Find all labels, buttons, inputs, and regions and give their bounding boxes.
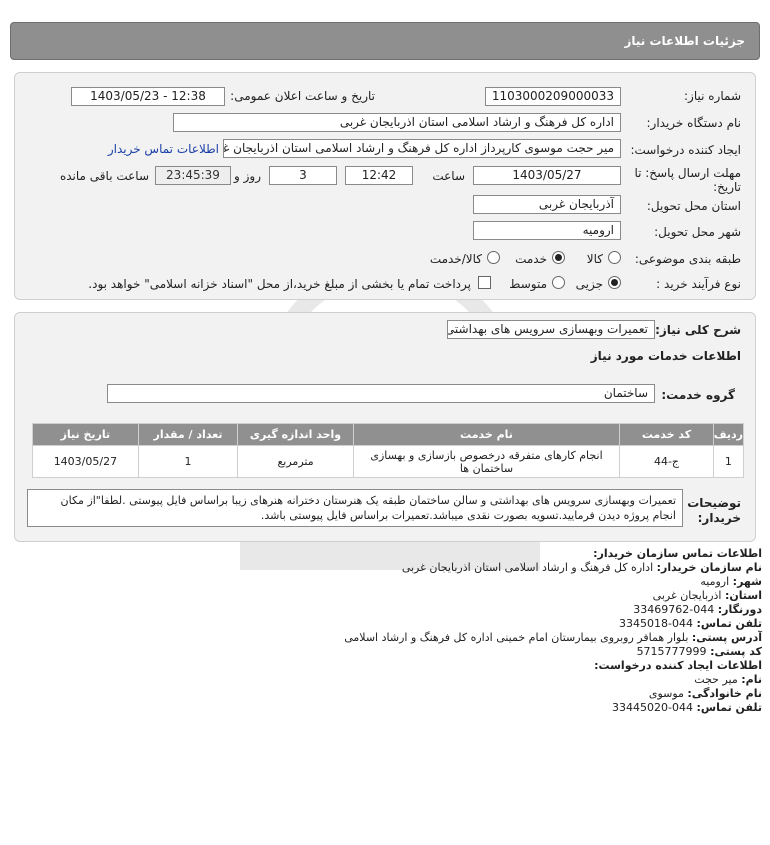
process-medium-radio[interactable] [552,276,565,289]
col-header-code: کد خدمت [619,423,714,446]
contact-org: نام سازمان خریدار: اداره کل فرهنگ و ارشا… [401,561,762,574]
buyer-org-field: اداره کل فرهنگ و ارشاد اسلامی استان اذرب… [173,113,621,132]
creator-field: میر حجت موسوی کارپرداز اداره کل فرهنگ و … [223,139,621,158]
page-title: جزئیات اطلاعات نیاز [624,34,745,48]
process-medium-label: متوسط [509,277,547,291]
treasury-payment-checkbox[interactable] [478,276,491,289]
category-service-radio[interactable] [552,251,565,264]
category-goods-service-label: کالا/خدمت [429,252,482,266]
contact-address: آدرس پستی: بلوار همافر روبروی بیمارستان … [344,631,762,644]
contact-city: شهر: ارومیه [700,575,762,588]
creator-heading: اطلاعات ایجاد کننده درخواست: [594,659,762,672]
creator-label: ایجاد کننده درخواست: [630,143,741,157]
deadline-time-field: 12:42 [345,166,413,185]
page-header: جزئیات اطلاعات نیاز [10,22,760,60]
cell-code: ج-44 [619,445,714,478]
creator-phone: تلفن تماس: 044-33445020 [612,701,762,714]
buyer-contact-link[interactable]: اطلاعات تماس خریدار [108,142,219,156]
col-header-qty: تعداد / مقدار [137,423,239,446]
need-number-field: 1103000209000033 [485,87,621,106]
general-desc-label: شرح کلی نیاز: [655,323,741,337]
need-summary-panel: شرح کلی نیاز: تعمیرات وبهسازی سرویس های … [14,312,756,542]
need-details-panel: شماره نیاز: 1103000209000033 تاریخ و ساع… [14,72,756,300]
days-label: روز و [234,169,261,183]
table-row: 1 ج-44 انجام کارهای متفرقه درخصوص بازساز… [32,445,745,478]
cell-qty: 1 [137,445,239,478]
city-field: ارومیه [473,221,621,240]
general-desc-field: تعمیرات وبهسازی سرویس های بهداشتی [447,320,655,339]
category-goods-service-radio[interactable] [487,251,500,264]
cell-index: 1 [712,445,745,478]
category-goods-label: کالا [586,252,603,266]
deadline-label-date: تاریخ: [713,180,741,194]
col-header-name: نام خدمت [352,423,621,446]
services-heading: اطلاعات خدمات مورد نیاز [590,349,741,363]
city-label: شهر محل تحویل: [654,225,741,239]
deadline-time-label: ساعت [432,169,465,183]
col-header-date: تاریخ نیاز [32,423,139,446]
need-number-label: شماره نیاز: [684,89,741,103]
category-service-label: خدمت [515,252,547,266]
deadline-date-field: 1403/05/27 [473,166,621,185]
province-label: استان محل تحویل: [646,199,741,213]
cell-name: انجام کارهای متفرقه درخصوص بازسازی و بهس… [352,445,621,478]
buyer-notes-field: تعمیرات وبهسازی سرویس های بهداشتی و سالن… [27,489,683,527]
process-minor-label: جزیی [575,277,603,291]
service-group-field: ساختمان [107,384,655,403]
buyer-org-label: نام دستگاه خریدار: [646,116,742,130]
creator-last-name: نام خانوادگی: موسوی [648,687,762,700]
cell-date: 1403/05/27 [32,445,139,478]
cell-unit: مترمربع [237,445,354,478]
process-minor-radio[interactable] [608,276,621,289]
remaining-time-label: ساعت باقی مانده [59,169,149,183]
contact-fax: دورنگار: 044-33469762 [633,603,762,616]
remaining-time-field: 23:45:39 [155,166,231,185]
services-table: ردیف کد خدمت نام خدمت واحد اندازه گیری ت… [32,423,745,478]
category-goods-radio[interactable] [608,251,621,264]
table-header-row: ردیف کد خدمت نام خدمت واحد اندازه گیری ت… [32,423,745,446]
contact-province: استان: اذربایجان غربی [652,589,762,602]
buyer-notes-label: توضیحات خریدار: [687,496,741,525]
col-header-unit: واحد اندازه گیری [237,423,354,446]
contact-phone: تلفن تماس: 044-3345018 [619,617,762,630]
creator-first-name: نام: میر حجت [694,673,762,686]
deadline-label: مهلت ارسال پاسخ: تا [634,166,741,180]
category-label: طبقه بندی موضوعی: [634,252,741,266]
col-header-index: ردیف [712,423,745,446]
treasury-payment-note: پرداخت تمام یا بخشی از مبلغ خرید،از محل … [88,277,471,291]
service-group-label: گروه خدمت: [661,388,735,402]
contact-heading: اطلاعات تماس سازمان خریدار: [593,547,762,560]
remaining-days-field: 3 [269,166,337,185]
announce-datetime-field: 1403/05/23 - 12:38 [71,87,225,106]
province-field: آذربایجان غربی [473,195,621,214]
announce-datetime-label: تاریخ و ساعت اعلان عمومی: [230,89,375,103]
contact-postal-code: کد پستی: 5715777999 [636,645,762,658]
process-label: نوع فرآیند خرید : [656,277,741,291]
